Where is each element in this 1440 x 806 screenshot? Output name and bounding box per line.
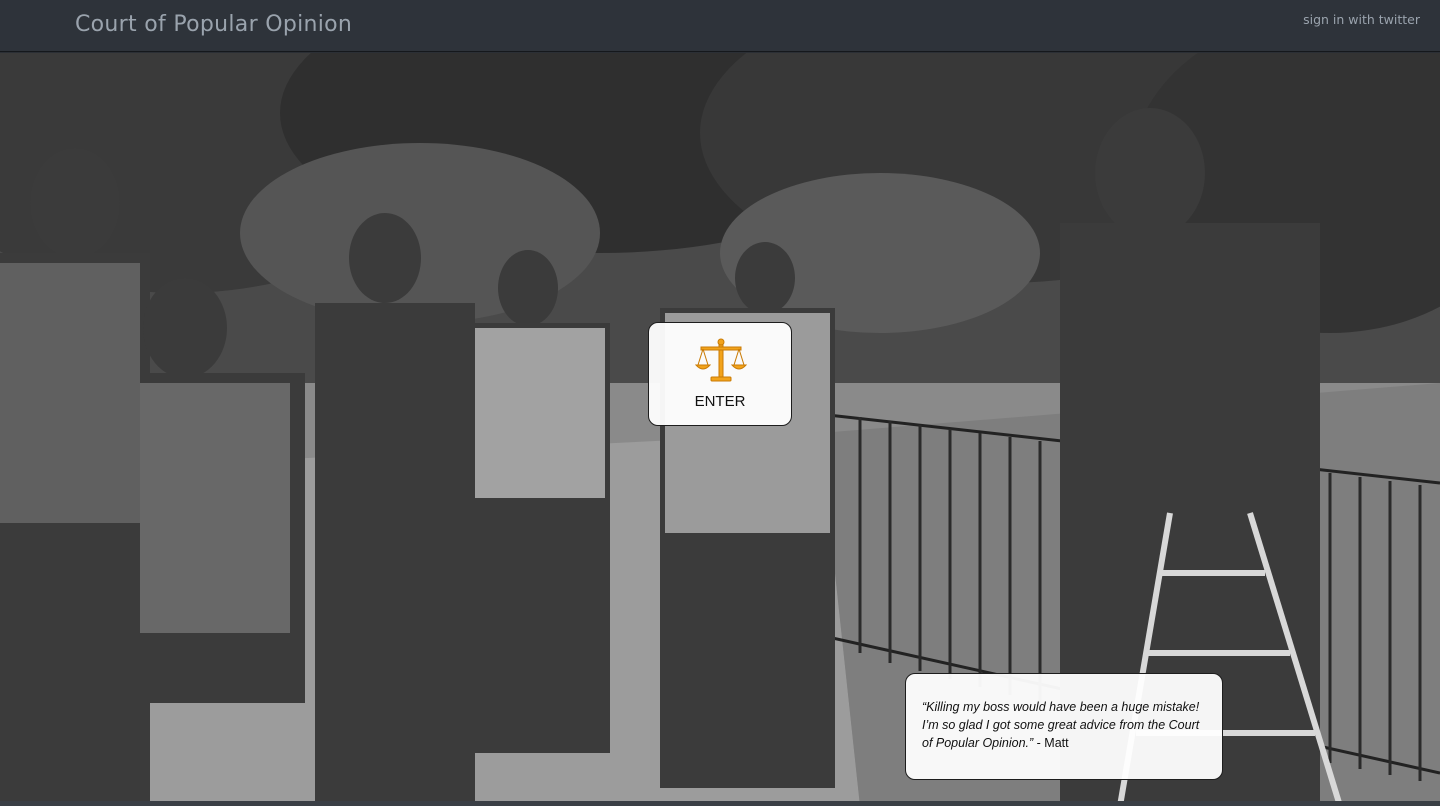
testimonial-author: - Matt xyxy=(1033,736,1069,750)
scales-of-justice-icon xyxy=(695,338,747,382)
site-title-link[interactable]: Court of Popular Opinion xyxy=(75,12,352,37)
top-navbar: Court of Popular Opinion sign in with tw… xyxy=(0,0,1440,52)
hero-background-photo: “Killing my boss would have been a huge … xyxy=(0,53,1440,806)
enter-label: ENTER xyxy=(694,393,746,410)
sign-in-with-twitter-link[interactable]: sign in with twitter xyxy=(1303,12,1420,27)
enter-button[interactable]: ENTER xyxy=(648,322,792,426)
testimonial-card: “Killing my boss would have been a huge … xyxy=(905,673,1223,780)
park-crowd-photo xyxy=(0,53,1440,806)
bottom-edge xyxy=(0,801,1440,806)
